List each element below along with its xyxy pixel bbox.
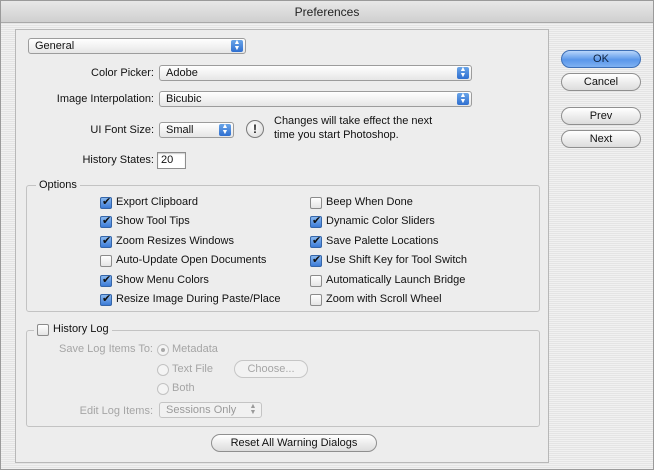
auto-update-documents-checkbox[interactable]: Auto-Update Open Documents: [100, 254, 266, 268]
metadata-radio[interactable]: Metadata: [157, 343, 218, 357]
popup-arrows-icon: ▲ ▼: [457, 92, 469, 105]
image-interpolation-popup[interactable]: Bicubic ▲ ▼: [159, 91, 472, 107]
history-log-checkbox[interactable]: History Log: [34, 323, 112, 337]
checkbox-icon: [310, 294, 322, 306]
edit-log-items-popup[interactable]: Sessions Only ▲ ▼: [159, 402, 262, 418]
edit-log-items-value: Sessions Only: [166, 404, 237, 416]
preferences-panel: General ▲ ▼ Color Picker: Adobe ▲ ▼ Image …: [15, 29, 549, 463]
export-clipboard-checkbox[interactable]: Export Clipboard: [100, 196, 198, 210]
checkbox-label: Zoom Resizes Windows: [116, 235, 234, 247]
checkbox-label: Resize Image During Paste/Place: [116, 293, 281, 305]
section-popup[interactable]: General ▲ ▼: [28, 38, 246, 54]
image-interpolation-value: Bicubic: [166, 93, 202, 105]
checkbox-label: Export Clipboard: [116, 196, 198, 208]
save-palette-locations-checkbox[interactable]: Save Palette Locations: [310, 235, 439, 249]
color-picker-value: Adobe: [166, 67, 198, 79]
text-file-radio[interactable]: Text File: [157, 363, 213, 377]
warning-icon: !: [246, 120, 264, 138]
checkbox-icon: [310, 235, 322, 248]
launch-bridge-checkbox[interactable]: Automatically Launch Bridge: [310, 274, 465, 288]
font-size-note-line1: Changes will take effect the next: [274, 115, 433, 127]
popup-arrows-icon: ▲ ▼: [249, 403, 257, 416]
radio-label: Both: [172, 382, 195, 394]
checkbox-icon: [100, 235, 112, 248]
checkbox-label: Show Tool Tips: [116, 215, 190, 227]
checkbox-icon: [100, 274, 112, 287]
beep-when-done-checkbox[interactable]: Beep When Done: [310, 196, 413, 210]
save-log-to-label: Save Log Items To:: [59, 343, 153, 355]
show-tool-tips-checkbox[interactable]: Show Tool Tips: [100, 215, 190, 229]
ui-font-size-popup[interactable]: Small ▲ ▼: [159, 122, 234, 138]
checkbox-label: Dynamic Color Sliders: [326, 215, 435, 227]
color-picker-popup[interactable]: Adobe ▲ ▼: [159, 65, 472, 81]
ui-font-size-value: Small: [166, 124, 194, 136]
dynamic-color-sliders-checkbox[interactable]: Dynamic Color Sliders: [310, 215, 435, 229]
radio-icon: [157, 383, 169, 395]
checkbox-icon: [310, 197, 322, 209]
checkbox-icon: [310, 215, 322, 228]
popup-arrows-icon: ▲ ▼: [231, 39, 243, 52]
checkbox-icon: [100, 255, 112, 267]
history-log-title: History Log: [53, 323, 109, 335]
checkbox-label: Use Shift Key for Tool Switch: [326, 254, 468, 266]
color-picker-label: Color Picker:: [91, 67, 154, 79]
edit-log-items-label: Edit Log Items:: [79, 405, 153, 417]
window-title: Preferences: [1, 1, 653, 23]
history-states-label: History States:: [82, 154, 154, 166]
checkbox-icon: [100, 293, 112, 306]
history-states-field[interactable]: 20: [157, 152, 186, 169]
popup-arrows-icon: ▲ ▼: [457, 66, 469, 79]
shift-key-tool-switch-checkbox[interactable]: Use Shift Key for Tool Switch: [310, 254, 467, 268]
popup-arrows-icon: ▲ ▼: [219, 123, 231, 136]
checkbox-icon: [100, 215, 112, 228]
next-button[interactable]: Next: [561, 130, 641, 148]
cancel-button[interactable]: Cancel: [561, 73, 641, 91]
image-interpolation-label: Image Interpolation:: [56, 93, 154, 105]
preferences-window: Preferences General ▲ ▼ Color Picker: Ado…: [0, 0, 654, 470]
reset-warning-dialogs-button[interactable]: Reset All Warning Dialogs: [211, 434, 377, 452]
checkbox-label: Zoom with Scroll Wheel: [326, 293, 442, 305]
checkbox-label: Automatically Launch Bridge: [326, 274, 466, 286]
choose-button[interactable]: Choose...: [234, 360, 308, 378]
checkbox-label: Beep When Done: [326, 196, 413, 208]
font-size-note-line2: time you start Photoshop.: [274, 129, 399, 141]
prev-button[interactable]: Prev: [561, 107, 641, 125]
options-group-title: Options: [36, 179, 80, 191]
checkbox-icon: [100, 196, 112, 209]
both-radio[interactable]: Both: [157, 382, 195, 396]
ui-font-size-label: UI Font Size:: [90, 124, 154, 136]
ok-button[interactable]: OK: [561, 50, 641, 68]
section-popup-value: General: [35, 40, 75, 52]
checkbox-label: Save Palette Locations: [326, 235, 439, 247]
checkbox-icon: [310, 275, 322, 287]
radio-icon: [157, 344, 169, 356]
radio-label: Metadata: [172, 343, 218, 355]
checkbox-icon: [37, 324, 49, 336]
checkbox-label: Auto-Update Open Documents: [116, 254, 267, 266]
zoom-resizes-windows-checkbox[interactable]: Zoom Resizes Windows: [100, 235, 234, 249]
radio-icon: [157, 364, 169, 376]
checkbox-icon: [310, 254, 322, 267]
resize-image-paste-checkbox[interactable]: Resize Image During Paste/Place: [100, 293, 280, 307]
radio-label: Text File: [172, 363, 213, 375]
zoom-scroll-wheel-checkbox[interactable]: Zoom with Scroll Wheel: [310, 293, 442, 307]
checkbox-label: Show Menu Colors: [116, 274, 209, 286]
show-menu-colors-checkbox[interactable]: Show Menu Colors: [100, 274, 209, 288]
